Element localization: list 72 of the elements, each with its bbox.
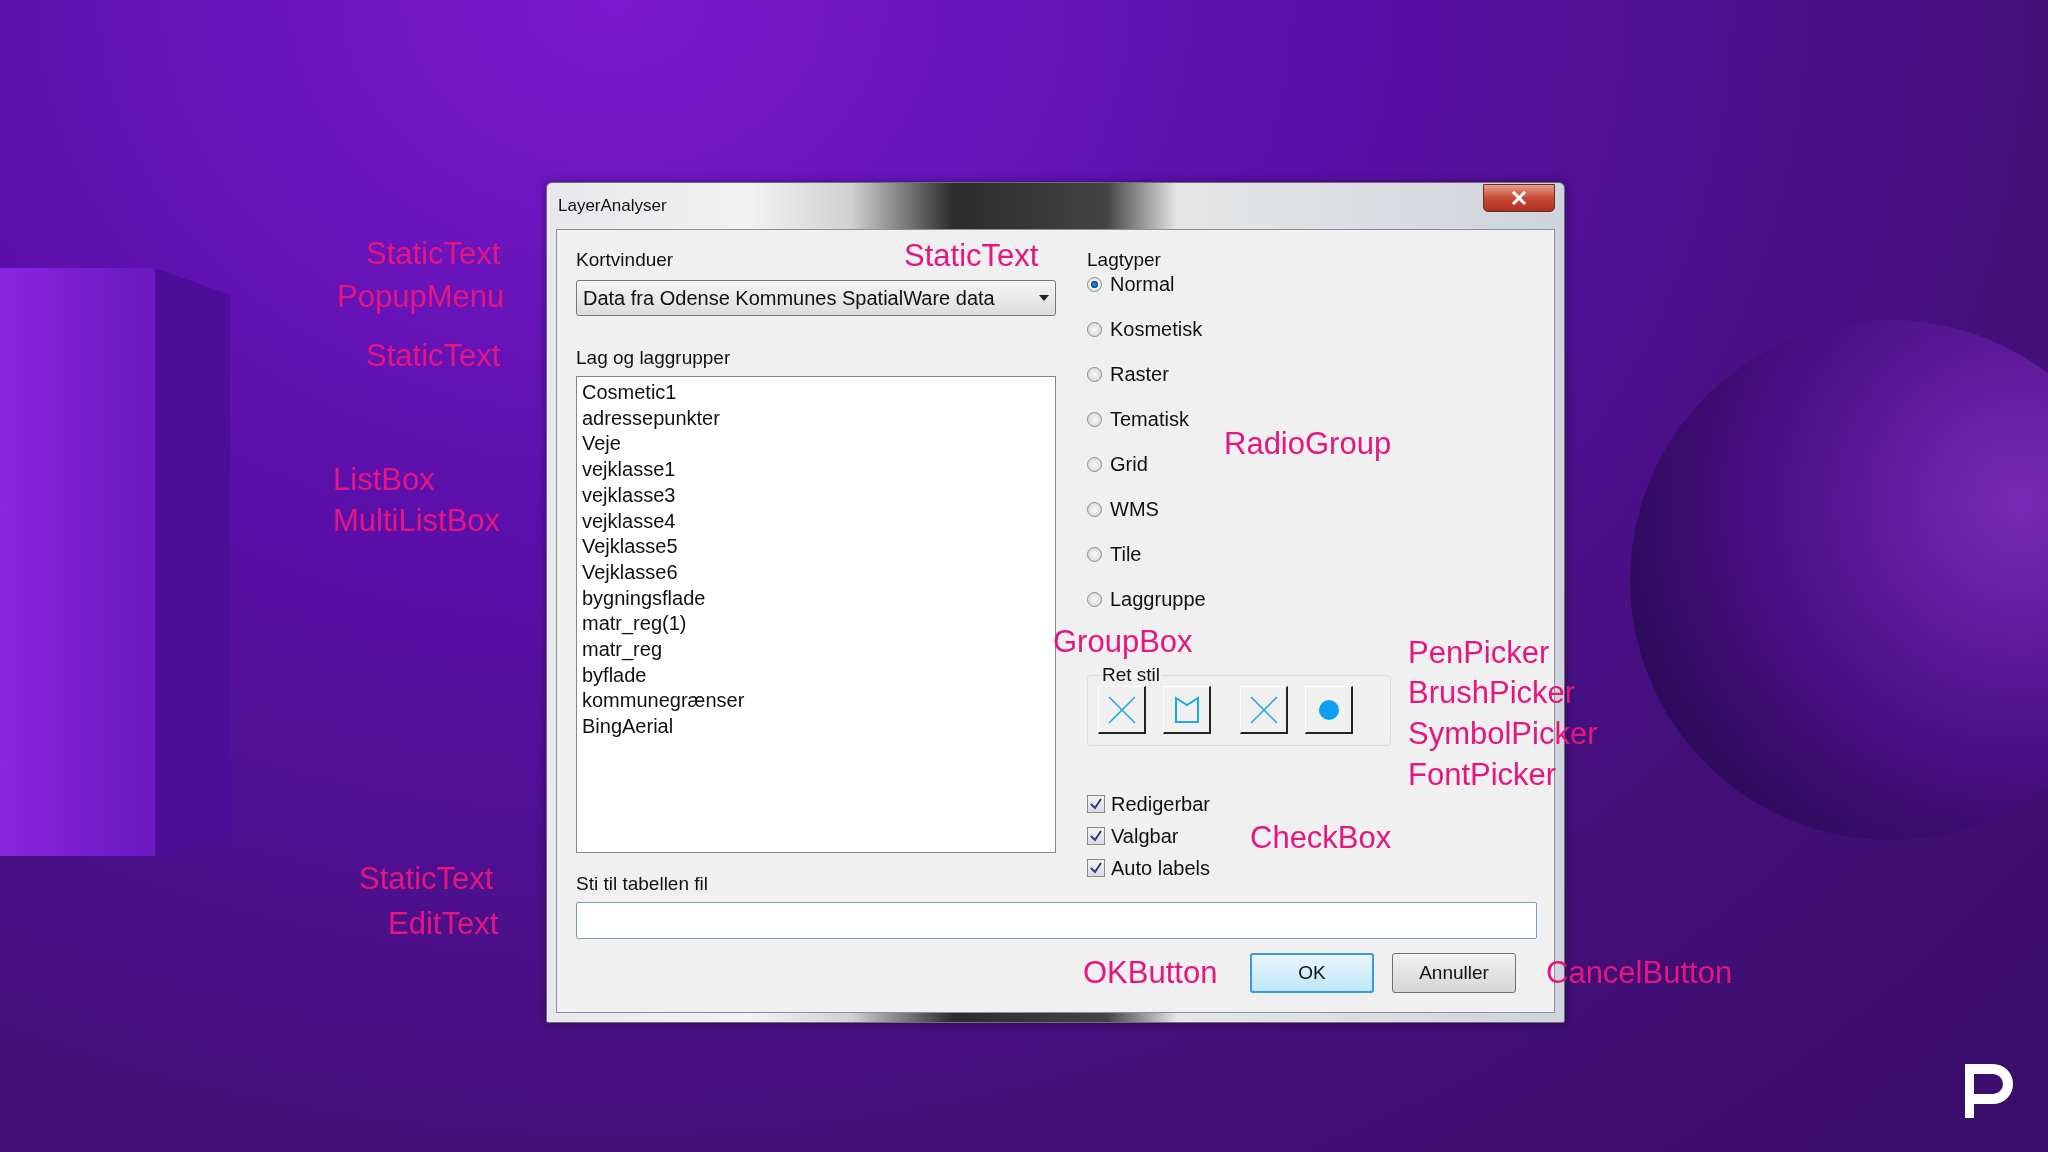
style-picker-button[interactable] (1098, 686, 1146, 734)
radio-label: WMS (1110, 498, 1159, 521)
layer-item[interactable]: Vejklasse6 (582, 559, 1050, 586)
layer-item[interactable]: BingAerial (582, 714, 1050, 740)
annotation-label: PenPicker (1408, 635, 1550, 671)
checkbox-label: Auto labels (1111, 856, 1210, 880)
layer-item[interactable]: bygningsflade (582, 585, 1050, 612)
annotation-label: OKButton (1083, 955, 1218, 991)
style-picker-button[interactable] (1163, 686, 1211, 734)
layer-item[interactable]: adressepunkter (582, 405, 1050, 432)
layer-item[interactable]: kommunegrænser (582, 688, 1050, 715)
annotation-label: EditText (388, 906, 499, 942)
layer-item[interactable]: vejklasse4 (582, 508, 1050, 535)
dialog-button[interactable]: Annuller (1392, 953, 1516, 993)
radio-button[interactable] (1087, 547, 1102, 562)
radio-button[interactable] (1087, 412, 1102, 427)
radio-button[interactable] (1087, 322, 1102, 337)
radio-label: Tile (1110, 543, 1142, 566)
frame-icon (1173, 695, 1200, 724)
dialog-button[interactable]: OK (1250, 953, 1374, 993)
radio-label: Tematisk (1110, 408, 1189, 431)
radio-label: Normal (1110, 273, 1175, 296)
radio-label: Kosmetisk (1110, 318, 1203, 341)
annotation-label: FontPicker (1408, 757, 1557, 793)
group-label: Ret stil (1101, 664, 1162, 686)
annotation-label: CheckBox (1250, 820, 1392, 856)
style-picker-button[interactable] (1305, 686, 1353, 734)
layers-label: Lag og laggrupper (576, 348, 731, 368)
dot-icon (1318, 699, 1339, 720)
radio-label: Raster (1110, 363, 1169, 386)
logo-icon (1965, 1062, 2015, 1118)
checkbox-label: Redigerbar (1111, 792, 1210, 816)
radio-button[interactable] (1087, 592, 1102, 607)
layer-item[interactable]: matr_reg (582, 637, 1050, 663)
annotation-label: GroupBox (1053, 624, 1193, 660)
window-title: LayerAnalyser (557, 196, 667, 216)
path-input-field[interactable] (576, 902, 1537, 939)
style-picker-button[interactable] (1240, 686, 1288, 734)
radio-label: Grid (1110, 453, 1148, 476)
cross-icon (1106, 694, 1137, 725)
checkbox[interactable] (1087, 795, 1105, 813)
map-windows-label: Kortvinduer (576, 250, 674, 270)
annotation-label: StaticText (366, 236, 501, 272)
annotation-label: MultiListBox (333, 503, 501, 539)
radio-label: Laggruppe (1110, 588, 1206, 611)
layer-item[interactable]: vejklasse3 (582, 482, 1050, 509)
cross-icon (1248, 694, 1279, 725)
map-window-dropdown[interactable]: Data fra Odense Kommunes SpatialWare data (576, 280, 1056, 316)
layer-types-label: Lagtyper (1087, 250, 1161, 270)
layer-item[interactable]: Vejklasse5 (582, 534, 1050, 560)
layer-item[interactable]: byflade (582, 662, 1050, 689)
radio-button[interactable] (1087, 502, 1102, 517)
annotation-label: ListBox (333, 462, 435, 498)
annotation-label: StaticText (904, 238, 1039, 274)
annotation-label: StaticText (359, 861, 494, 897)
path-label: Sti til tabellen fil (576, 874, 708, 894)
annotation-label: StaticText (366, 338, 501, 374)
radio-button[interactable] (1087, 367, 1102, 382)
checkbox[interactable] (1087, 827, 1105, 845)
checkbox-label: Valgbar (1111, 824, 1179, 848)
layer-item[interactable]: Cosmetic1 (582, 380, 1050, 406)
layer-item[interactable]: Veje (582, 431, 1050, 458)
annotation-label: RadioGroup (1224, 426, 1392, 462)
layer-item[interactable]: vejklasse1 (582, 457, 1050, 483)
annotation-label: PopupMenu (337, 279, 505, 315)
close-button[interactable] (1483, 184, 1555, 212)
layer-item[interactable]: matr_reg(1) (582, 611, 1050, 638)
caret-icon (1039, 295, 1049, 301)
radio-button[interactable] (1087, 277, 1102, 292)
radio-button[interactable] (1087, 457, 1102, 472)
close-icon (1511, 191, 1527, 205)
checkbox[interactable] (1087, 859, 1105, 877)
